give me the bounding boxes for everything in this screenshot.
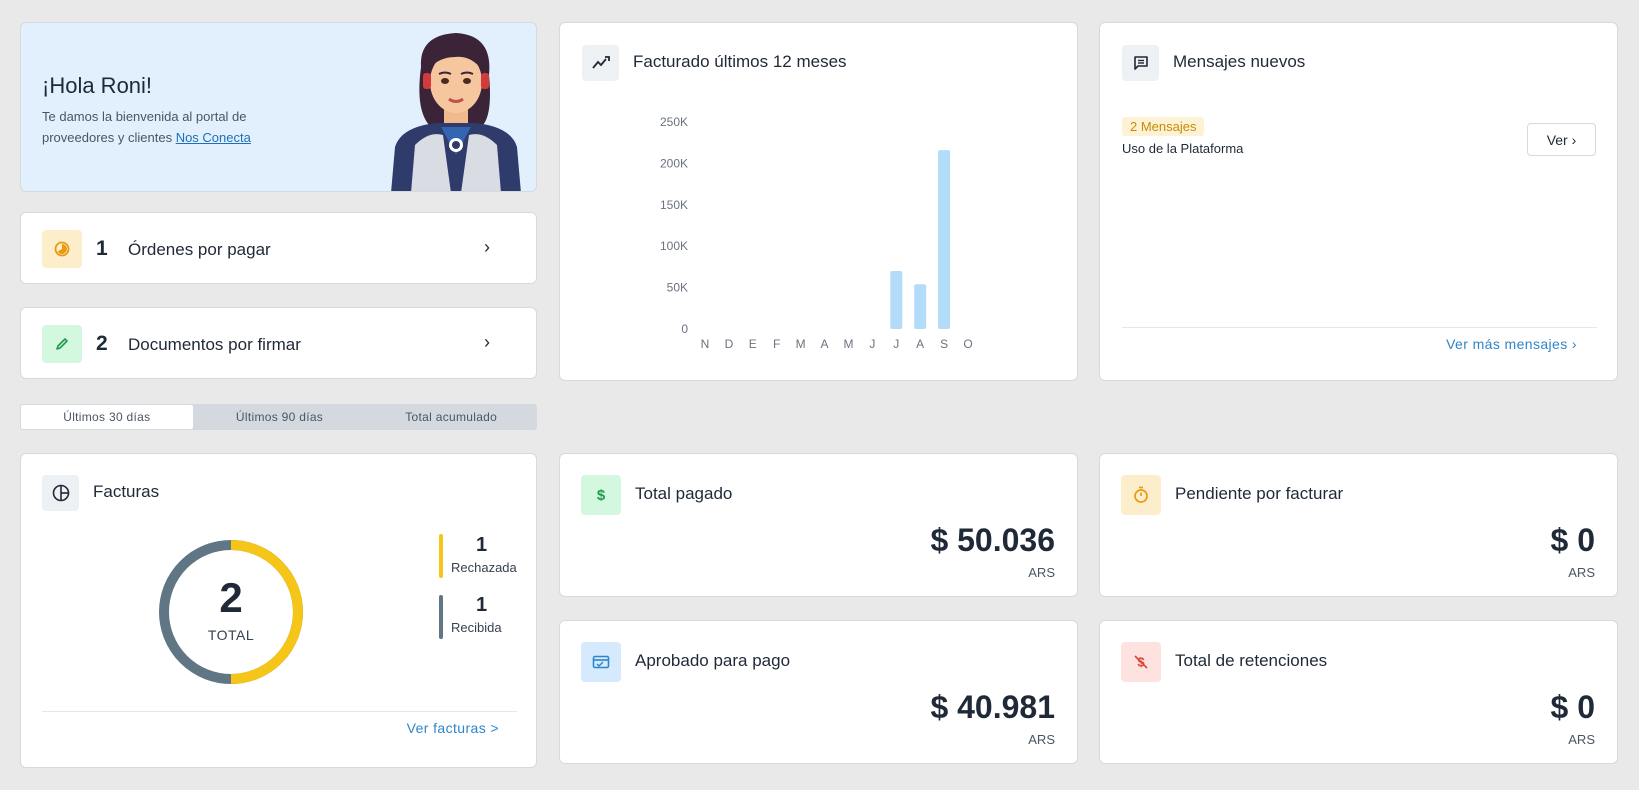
period-tabs: Últimos 30 días Últimos 90 días Total ac…: [20, 404, 537, 430]
total-retenciones-card: $ Total de retenciones $ 0 ARS: [1099, 620, 1618, 764]
x-tick-label: J: [893, 337, 899, 351]
pendiente-amount: $ 0: [1550, 522, 1595, 558]
ver-mas-mensajes-link[interactable]: Ver más mensajes ›: [1446, 336, 1577, 352]
facturas-total-label: TOTAL: [207, 627, 255, 643]
pencil-icon: [42, 325, 82, 363]
facturado-bar-chart: 050K100K150K200K250KN D E F M A M J J A S O: [660, 115, 973, 351]
divider: [1122, 327, 1597, 328]
legend-recibida-count: 1: [476, 594, 488, 616]
documentos-label: Documentos por firmar: [128, 335, 301, 354]
x-tick-label: A: [916, 337, 924, 351]
mensajes-title: Mensajes nuevos: [1173, 52, 1306, 71]
tab-ultimos-90[interactable]: Últimos 90 días: [194, 404, 366, 430]
aprobado-currency: ARS: [1028, 732, 1055, 747]
x-tick-label: S: [940, 337, 948, 351]
chart-bar[interactable]: [938, 150, 951, 329]
ver-button[interactable]: Ver ›: [1527, 123, 1596, 156]
total-pagado-card: $ Total pagado $ 50.036 ARS: [559, 453, 1078, 597]
chat-icon: [1122, 45, 1159, 81]
total-pagado-title: Total pagado: [635, 484, 733, 503]
dollar-icon: $: [581, 475, 621, 515]
assistant-avatar: [391, 33, 521, 191]
y-tick-label: 250K: [660, 115, 688, 129]
x-tick-label: E: [749, 337, 757, 351]
pendiente-title: Pendiente por facturar: [1175, 484, 1344, 503]
mensaje-subject: Uso de la Plataforma: [1122, 141, 1244, 156]
mensajes-badge: 2 Mensajes: [1122, 117, 1205, 136]
y-tick-label: 0: [681, 322, 688, 336]
chart-bar[interactable]: [914, 284, 927, 329]
chart-bar[interactable]: [890, 271, 903, 329]
x-tick-label: N: [701, 337, 710, 351]
clock-pie-icon: [42, 230, 82, 268]
welcome-text: Te damos la bienvenida al portal de prov…: [42, 106, 302, 148]
x-tick-label: A: [821, 337, 829, 351]
facturado-chart-card: Facturado últimos 12 meses 0 50K 100K 150K 2…: [559, 22, 1078, 381]
x-tick-label: D: [725, 337, 734, 351]
ordenes-por-pagar-row[interactable]: 1 Órdenes por pagar ›: [20, 212, 537, 284]
chevron-right-icon: ›: [484, 237, 490, 257]
tab-total-acumulado[interactable]: Total acumulado: [365, 404, 537, 430]
facturas-total: 2: [219, 574, 243, 621]
greeting-title: ¡Hola Roni!: [42, 73, 153, 98]
legend-rechazada-bar: [439, 534, 443, 578]
divider: [42, 711, 517, 712]
legend-recibida-label: Recibida: [451, 620, 502, 635]
no-dollar-icon: $: [1121, 642, 1161, 682]
aprobado-title: Aprobado para pago: [635, 651, 791, 670]
ordenes-label: Órdenes por pagar: [128, 240, 271, 259]
legend-recibida-bar: [439, 595, 443, 639]
y-tick-label: 150K: [660, 198, 688, 212]
legend-rechazada-label: Rechazada: [451, 560, 517, 575]
card-icon: [581, 642, 621, 682]
x-tick-label: J: [869, 337, 875, 351]
ver-facturas-link[interactable]: Ver facturas >: [407, 720, 499, 736]
y-tick-label: 50K: [667, 281, 688, 295]
facturas-card: Facturas 2 TOTAL 1 Rechazada 1 Recibida …: [20, 453, 537, 768]
pendiente-currency: ARS: [1568, 565, 1595, 580]
mensajes-card: Mensajes nuevos 2 Mensajes Uso de la Pla…: [1099, 22, 1618, 381]
y-tick-label: 200K: [660, 156, 688, 170]
retenciones-amount: $ 0: [1550, 689, 1595, 725]
documentos-count: 2: [96, 332, 108, 355]
pie-chart-icon: [42, 475, 79, 511]
x-tick-label: O: [963, 337, 972, 351]
total-pagado-currency: ARS: [1028, 565, 1055, 580]
chevron-right-icon: ›: [484, 332, 490, 352]
retenciones-currency: ARS: [1568, 732, 1595, 747]
pendiente-facturar-card: Pendiente por facturar $ 0 ARS: [1099, 453, 1618, 597]
y-tick-label: 100K: [660, 239, 688, 253]
x-tick-label: F: [773, 337, 780, 351]
stopwatch-icon: [1121, 475, 1161, 515]
x-tick-label: M: [843, 337, 853, 351]
legend-rechazada-count: 1: [476, 534, 488, 556]
ordenes-count: 1: [96, 237, 108, 260]
nos-conecta-link[interactable]: Nos Conecta: [176, 130, 251, 145]
ver-button-label: Ver: [1546, 131, 1568, 148]
retenciones-title: Total de retenciones: [1175, 651, 1328, 670]
ver-mas-mensajes-label: Ver más mensajes: [1446, 336, 1568, 352]
x-tick-label: M: [796, 337, 806, 351]
welcome-card: ¡Hola Roni! Te damos la bienvenida al po…: [20, 22, 537, 192]
tab-ultimos-30[interactable]: Últimos 30 días: [20, 404, 194, 430]
facturas-title: Facturas: [93, 482, 160, 501]
aprobado-amount: $ 40.981: [930, 689, 1055, 725]
total-pagado-amount: $ 50.036: [930, 522, 1055, 558]
aprobado-pago-card: Aprobado para pago $ 40.981 ARS: [559, 620, 1078, 764]
documentos-por-firmar-row[interactable]: 2 Documentos por firmar ›: [20, 307, 537, 379]
